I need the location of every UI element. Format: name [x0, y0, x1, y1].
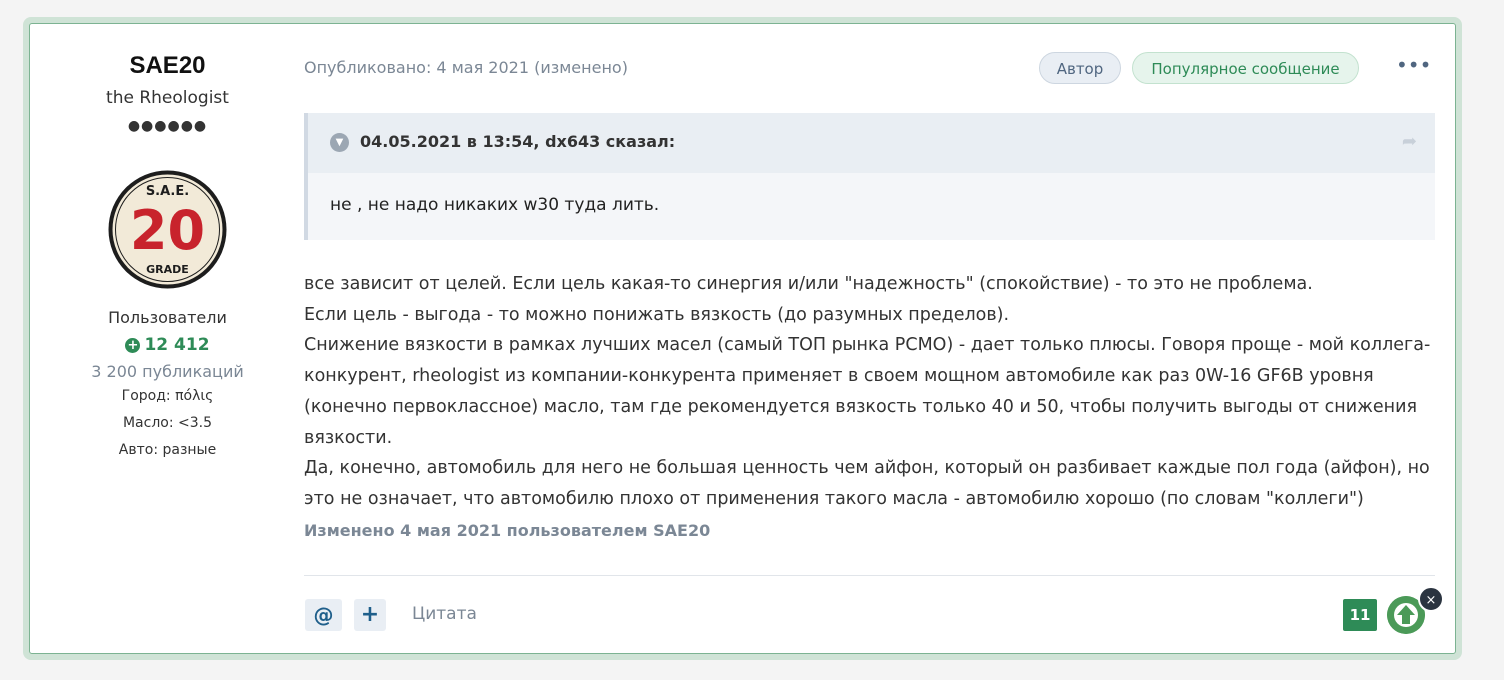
- field-value: разные: [162, 442, 217, 458]
- author-title: the Rheologist: [106, 88, 229, 108]
- avatar-text-top: S.A.E.: [146, 184, 189, 199]
- post-paragraph: все зависит от целей. Если цель какая-то…: [304, 274, 1313, 294]
- reputation: +12 412: [30, 335, 305, 355]
- field-value: <3.5: [178, 415, 213, 431]
- post-paragraph: Да, конечно, автомобиль для него не боль…: [304, 458, 1430, 509]
- edited-note: Изменено 4 мая 2021 пользователем SAE20: [304, 521, 711, 540]
- field-label: Город:: [121, 388, 171, 404]
- reputation-value: 12 412: [144, 335, 210, 355]
- quote-citation: 04.05.2021 в 13:54, dx643 сказал:: [360, 132, 676, 151]
- user-group: Пользователи: [108, 308, 227, 327]
- field-value: πόλις: [175, 388, 214, 404]
- field-label: Авто:: [118, 442, 159, 458]
- author-badge: Автор: [1039, 52, 1121, 84]
- chevron-down-icon[interactable]: ▼: [330, 133, 349, 152]
- share-arrow-icon[interactable]: ➦: [1402, 131, 1417, 152]
- mention-button[interactable]: @: [305, 599, 342, 631]
- divider: [304, 575, 1435, 576]
- reaction-count[interactable]: 11: [1343, 599, 1377, 631]
- close-icon[interactable]: ×: [1418, 586, 1444, 612]
- author-name[interactable]: SAE20: [30, 52, 305, 80]
- multiquote-button[interactable]: +: [354, 599, 386, 631]
- popular-badge: Популярное сообщение: [1132, 52, 1359, 84]
- profile-field-car: Авто: разные: [30, 442, 305, 458]
- post-content: все зависит от целей. Если цель какая-то…: [304, 269, 1444, 515]
- rank-dots: ●●●●●●: [127, 118, 208, 134]
- avatar-number: 20: [130, 199, 205, 262]
- post-paragraph: Если цель - выгода - то можно понижать в…: [304, 304, 1010, 325]
- quote-button[interactable]: Цитата: [412, 604, 477, 624]
- post-meta[interactable]: Опубликовано: 4 мая 2021 (изменено): [304, 58, 628, 77]
- quote-block: ▼ 04.05.2021 в 13:54, dx643 сказал: ➦ не…: [304, 113, 1435, 240]
- quote-text: не , не надо никаких w30 туда лить.: [330, 195, 660, 215]
- profile-field-city: Город: πόλις: [30, 388, 305, 404]
- plus-circle-icon: +: [125, 338, 141, 353]
- posts-count[interactable]: 3 200 публикаций: [30, 362, 305, 381]
- field-label: Масло:: [122, 415, 174, 431]
- profile-field-oil: Масло: <3.5: [30, 415, 305, 431]
- avatar[interactable]: S.A.E. 20 GRADE: [107, 169, 228, 290]
- post-paragraph: Снижение вязкости в рамках лучших масел …: [304, 335, 1431, 448]
- forum-post: SAE20 the Rheologist ●●●●●● S.A.E. 20 GR…: [29, 23, 1456, 654]
- more-options-icon[interactable]: •••: [1396, 52, 1431, 78]
- avatar-text-bottom: GRADE: [146, 263, 189, 276]
- quote-header[interactable]: ▼ 04.05.2021 в 13:54, dx643 сказал: ➦: [308, 113, 1435, 173]
